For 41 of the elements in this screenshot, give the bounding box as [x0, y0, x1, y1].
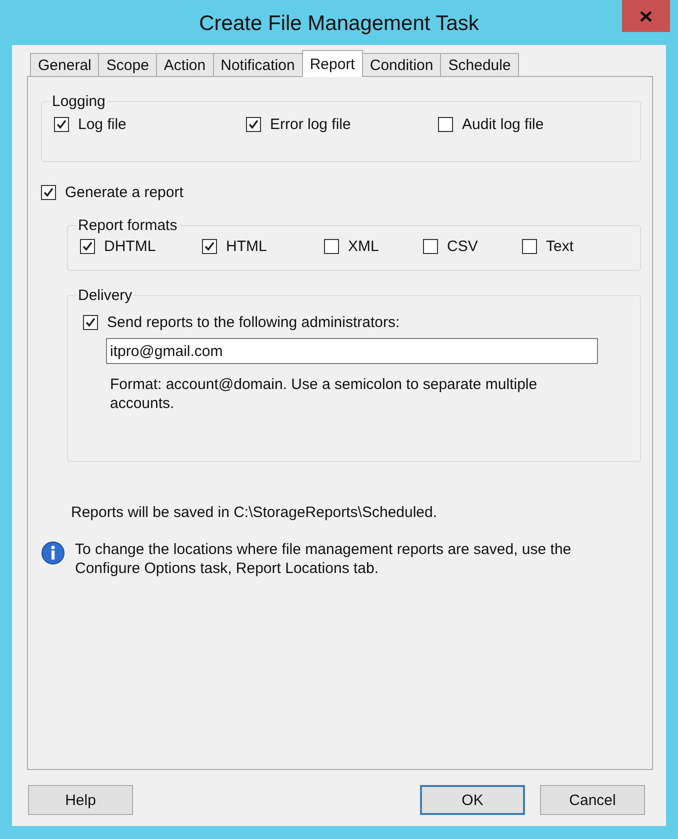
checkbox[interactable] [522, 239, 537, 254]
group-title: Logging [51, 93, 106, 110]
group-title: Report formats [77, 217, 178, 234]
dialog-button[interactable]: Cancel [540, 785, 645, 815]
tab[interactable]: Scope [98, 53, 157, 76]
dialog-button[interactable]: OK [420, 785, 525, 815]
info-text: To change the locations where file management reports are saved, use the Configure Options task, Report Locations tab. [75, 540, 572, 578]
checkbox[interactable] [324, 239, 339, 254]
checkbox[interactable] [423, 239, 438, 254]
format-hint: Format: account@domain. Use a semicolon to separate multiple accounts. [110, 375, 538, 413]
tab[interactable]: Report [302, 50, 363, 77]
window-title: Create File Management Task [199, 12, 479, 36]
tab[interactable]: Action [156, 53, 214, 76]
checkbox-label: Error log file [270, 116, 351, 133]
email-field[interactable]: itpro@gmail.com [106, 338, 598, 364]
checkbox-label: Send reports to the following administrators: [107, 314, 400, 331]
checkbox[interactable] [54, 117, 69, 132]
checkbox-label: CSV [447, 238, 478, 255]
close-button[interactable] [622, 0, 670, 32]
checkbox-label: Text [546, 238, 574, 255]
checkbox[interactable] [246, 117, 261, 132]
checkbox-label: Audit log file [462, 116, 544, 133]
close-icon [640, 10, 652, 22]
tab[interactable]: Condition [362, 53, 442, 76]
checkbox-label: Log file [78, 116, 126, 133]
tab[interactable]: General [30, 53, 100, 76]
tab[interactable]: Notification [212, 53, 303, 76]
checkbox[interactable] [41, 185, 56, 200]
checkbox-label: XML [348, 238, 379, 255]
save-location-note: Reports will be saved in C:\StorageReports\Scheduled. [71, 504, 438, 521]
checkbox[interactable] [438, 117, 453, 132]
checkbox[interactable] [80, 239, 95, 254]
checkbox-label: HTML [226, 238, 267, 255]
checkbox-label: Generate a report [65, 184, 184, 201]
checkbox[interactable] [202, 239, 217, 254]
checkbox-label: DHTML [104, 238, 156, 255]
group-title: Delivery [77, 287, 134, 304]
tab[interactable]: Schedule [440, 53, 519, 76]
dialog-button[interactable]: Help [28, 785, 133, 815]
info-icon [41, 541, 65, 565]
checkbox[interactable] [83, 315, 98, 330]
